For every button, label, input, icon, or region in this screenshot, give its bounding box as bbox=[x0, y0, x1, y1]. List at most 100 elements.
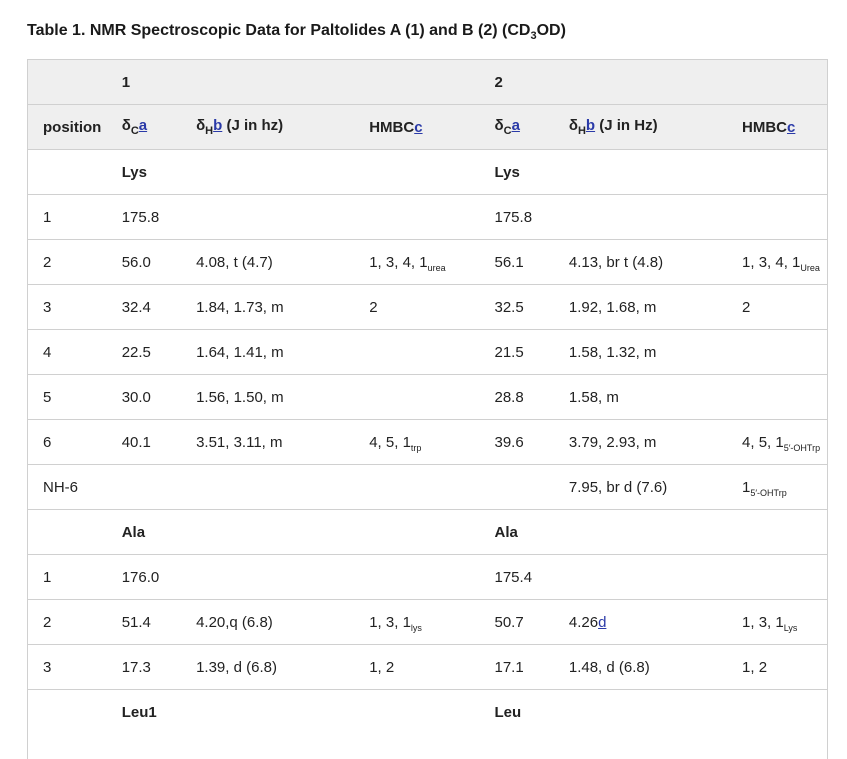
hmbc-1-cell: 1, 3, 1lys bbox=[369, 599, 495, 645]
table-row: 6 40.1 3.51, 3.11, m 4, 5, 1trp 39.6 3.79, 2.… bbox=[28, 419, 827, 465]
hmbc-1-cell: 2 bbox=[369, 284, 495, 330]
delta-c-2-cell bbox=[494, 464, 569, 510]
position-cell: NH-6 bbox=[28, 464, 122, 510]
position-cell: 3 bbox=[28, 284, 122, 330]
residue-name-2: Lys bbox=[494, 149, 827, 195]
hmbc-2-cell: 1, 2 bbox=[742, 644, 827, 690]
footnote-a-link[interactable]: a bbox=[512, 117, 520, 134]
compound-2-header: 2 bbox=[494, 59, 827, 105]
delta-h-1-cell bbox=[196, 194, 370, 240]
delta-c-2-cell: 175.8 bbox=[494, 194, 569, 240]
position-cell: 4 bbox=[28, 329, 122, 375]
delta-h-2-cell: 1.92, 1.68, m bbox=[568, 284, 743, 330]
delta-c-1-cell bbox=[121, 464, 197, 510]
hmbc-1-cell bbox=[369, 464, 495, 510]
footnote-d-link[interactable]: d bbox=[598, 614, 606, 631]
delta-c-2-cell: 28.8 bbox=[494, 374, 569, 420]
hmbc-1-cell bbox=[369, 554, 495, 600]
delta-h-header-1: δHb (J in hz) bbox=[196, 104, 370, 150]
table-row: 4 22.5 1.64, 1.41, m 21.5 1.58, 1.32, m bbox=[28, 329, 827, 375]
residue-name-1: Ala bbox=[121, 509, 495, 555]
delta-h-1-cell: 1.84, 1.73, m bbox=[196, 284, 370, 330]
table-row: 2 56.0 4.08, t (4.7) 1, 3, 4, 1urea 56.1 4.13… bbox=[28, 239, 827, 285]
residue-section-row: Leu1 Leu bbox=[28, 689, 827, 734]
delta-c-1-cell: 32.4 bbox=[121, 284, 197, 330]
position-cell: 2 bbox=[28, 239, 122, 285]
delta-h-1-cell: 1.39, d (6.8) bbox=[196, 644, 370, 690]
residue-name-1: Lys bbox=[121, 149, 495, 195]
table-caption: Table 1. NMR Spectroscopic Data for Palt… bbox=[27, 22, 566, 43]
hmbc-1-cell: 1, 3, 4, 1urea bbox=[369, 239, 495, 285]
delta-h-1-cell: 3.51, 3.11, m bbox=[196, 419, 370, 465]
hmbc-header-1: HMBCc bbox=[369, 104, 495, 150]
column-header-row: position δCa δHb (J in hz) HMBCc δCa δHb… bbox=[28, 104, 827, 150]
hmbc-2-cell: 1, 3, 4, 1Urea bbox=[742, 239, 827, 285]
hmbc-2-cell: 15′-OHTrp bbox=[742, 464, 827, 510]
footnote-a-link[interactable]: a bbox=[139, 117, 147, 134]
footnote-c-link[interactable]: c bbox=[787, 119, 795, 136]
nmr-table: 1 2 position δCa δHb (J in hz) HMBCc δCa… bbox=[28, 59, 827, 734]
residue-section-row: Ala Ala bbox=[28, 509, 827, 555]
hmbc-1-cell bbox=[369, 329, 495, 375]
hmbc-header-2: HMBCc bbox=[742, 104, 827, 150]
delta-h-2-cell: 7.95, br d (7.6) bbox=[568, 464, 743, 510]
delta-c-1-cell: 175.8 bbox=[121, 194, 197, 240]
position-header: position bbox=[28, 104, 122, 150]
delta-c-2-cell: 32.5 bbox=[494, 284, 569, 330]
delta-c-2-cell: 50.7 bbox=[494, 599, 569, 645]
delta-h-2-cell: 3.79, 2.93, m bbox=[568, 419, 743, 465]
delta-c-header-2: δCa bbox=[494, 104, 569, 150]
hmbc-2-cell: 2 bbox=[742, 284, 827, 330]
residue-section-row: Lys Lys bbox=[28, 149, 827, 195]
delta-h-1-cell bbox=[196, 464, 370, 510]
section-empty bbox=[28, 509, 122, 555]
delta-h-header-2: δHb (J in Hz) bbox=[568, 104, 743, 150]
header-empty bbox=[28, 59, 122, 105]
hmbc-1-cell bbox=[369, 194, 495, 240]
delta-h-2-cell bbox=[568, 554, 743, 600]
footnote-b-link[interactable]: b bbox=[586, 117, 595, 134]
delta-c-1-cell: 22.5 bbox=[121, 329, 197, 375]
cropped-top-text bbox=[0, 0, 847, 6]
nmr-table-container[interactable]: 1 2 position δCa δHb (J in hz) HMBCc δCa… bbox=[27, 59, 828, 759]
delta-c-2-cell: 17.1 bbox=[494, 644, 569, 690]
delta-c-1-cell: 30.0 bbox=[121, 374, 197, 420]
section-empty bbox=[28, 689, 122, 734]
delta-c-1-cell: 17.3 bbox=[121, 644, 197, 690]
compound-header-row: 1 2 bbox=[28, 59, 827, 105]
position-cell: 5 bbox=[28, 374, 122, 420]
delta-h-2-cell: 4.26d bbox=[568, 599, 743, 645]
delta-c-2-cell: 21.5 bbox=[494, 329, 569, 375]
delta-h-1-cell: 4.08, t (4.7) bbox=[196, 239, 370, 285]
table-row: 5 30.0 1.56, 1.50, m 28.8 1.58, m bbox=[28, 374, 827, 420]
hmbc-2-cell bbox=[742, 329, 827, 375]
delta-h-2-cell: 4.13, br t (4.8) bbox=[568, 239, 743, 285]
residue-name-2: Ala bbox=[494, 509, 827, 555]
delta-h-2-cell: 1.58, 1.32, m bbox=[568, 329, 743, 375]
footnote-b-link[interactable]: b bbox=[213, 117, 222, 134]
delta-h-1-cell: 1.64, 1.41, m bbox=[196, 329, 370, 375]
position-cell: 1 bbox=[28, 554, 122, 600]
residue-name-2: Leu bbox=[494, 689, 827, 734]
delta-h-1-cell bbox=[196, 554, 370, 600]
delta-c-1-cell: 51.4 bbox=[121, 599, 197, 645]
hmbc-2-cell bbox=[742, 374, 827, 420]
table-row: 3 32.4 1.84, 1.73, m 2 32.5 1.92, 1.68, m2 bbox=[28, 284, 827, 330]
delta-c-1-cell: 56.0 bbox=[121, 239, 197, 285]
delta-h-2-cell bbox=[568, 194, 743, 240]
delta-c-header-1: δCa bbox=[121, 104, 197, 150]
delta-h-2-cell: 1.48, d (6.8) bbox=[568, 644, 743, 690]
delta-c-2-cell: 175.4 bbox=[494, 554, 569, 600]
position-cell: 1 bbox=[28, 194, 122, 240]
delta-c-1-cell: 40.1 bbox=[121, 419, 197, 465]
table-row: 1 176.0 175.4 bbox=[28, 554, 827, 600]
delta-c-1-cell: 176.0 bbox=[121, 554, 197, 600]
compound-1-header: 1 bbox=[121, 59, 495, 105]
delta-h-2-cell: 1.58, m bbox=[568, 374, 743, 420]
residue-name-1: Leu1 bbox=[121, 689, 495, 734]
hmbc-2-cell: 4, 5, 15′-OHTrp bbox=[742, 419, 827, 465]
delta-c-2-cell: 56.1 bbox=[494, 239, 569, 285]
footnote-c-link[interactable]: c bbox=[414, 119, 422, 136]
delta-h-1-cell: 1.56, 1.50, m bbox=[196, 374, 370, 420]
hmbc-2-cell: 1, 3, 1Lys bbox=[742, 599, 827, 645]
